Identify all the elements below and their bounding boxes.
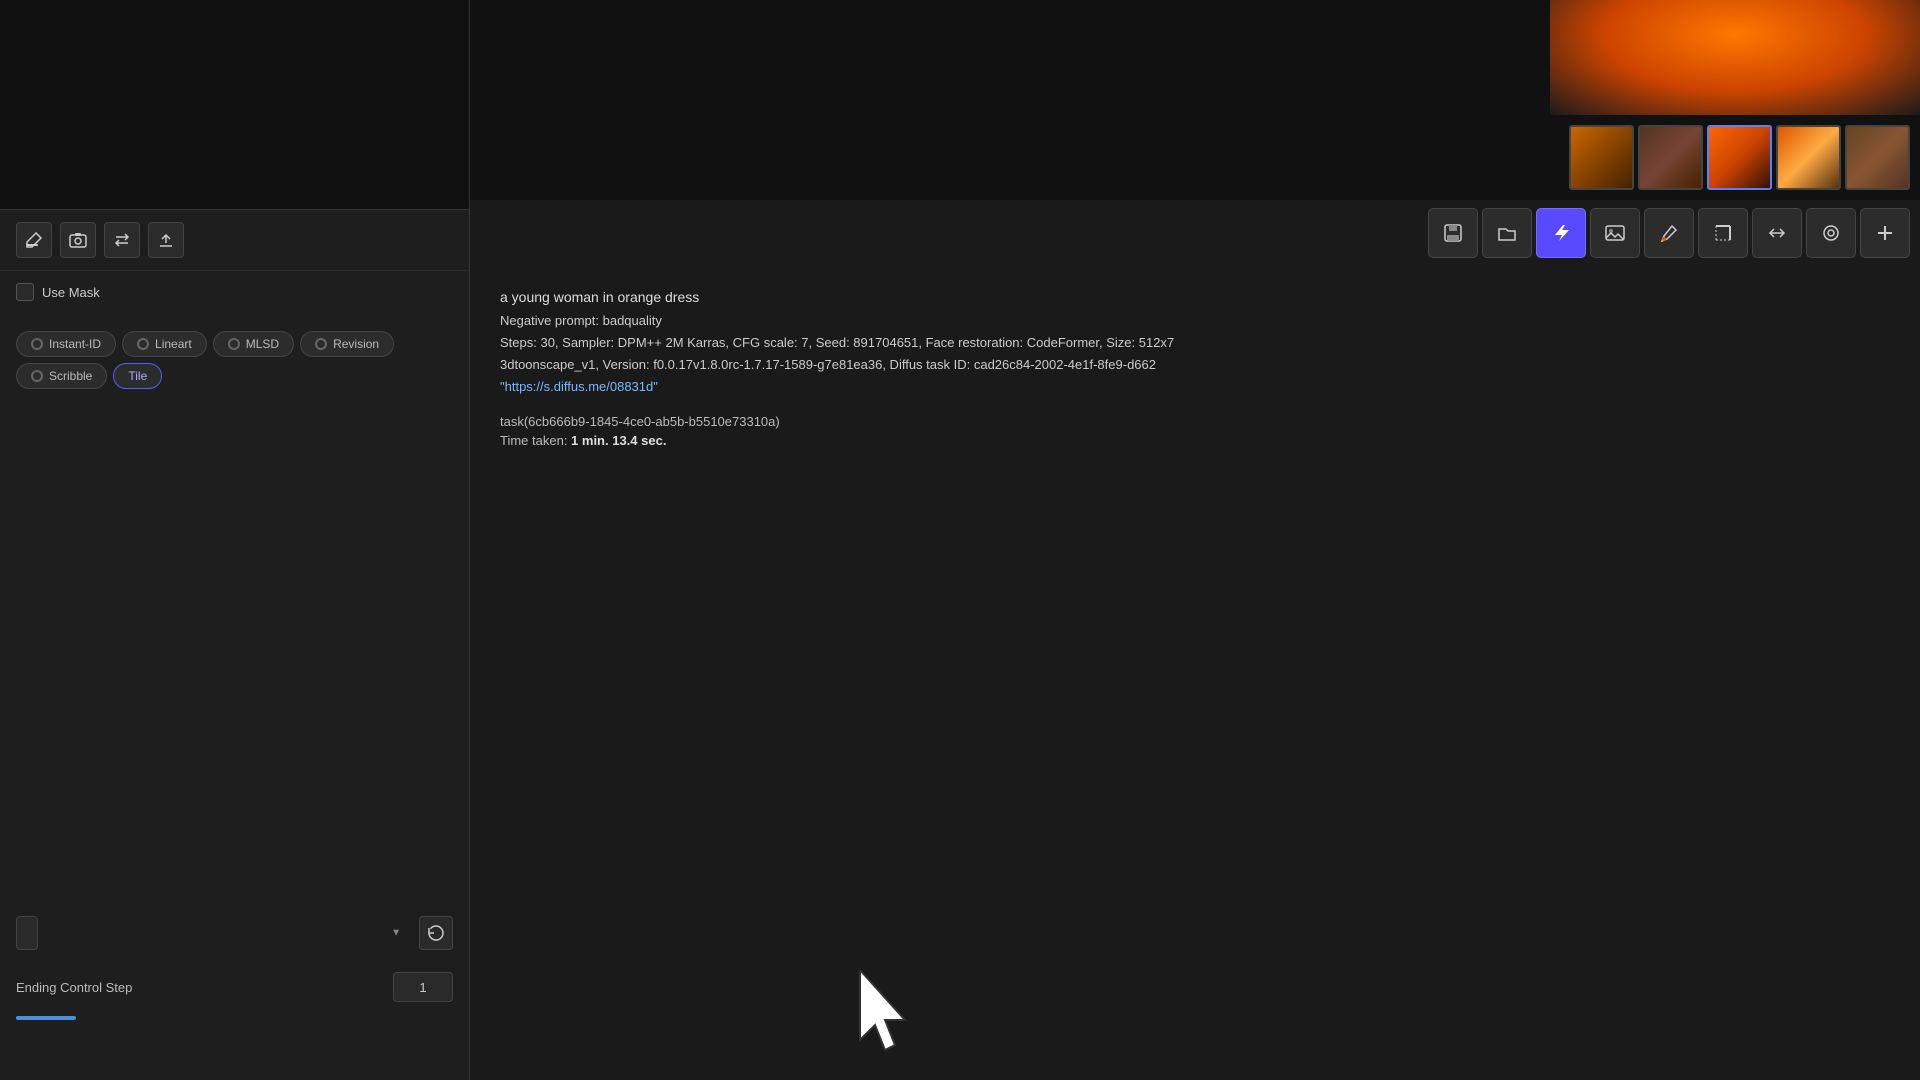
thumbnail-4[interactable] <box>1776 125 1841 190</box>
radio-mlsd <box>228 338 240 350</box>
ctrl-btn-revision[interactable]: Revision <box>300 331 394 357</box>
radio-revision <box>315 338 327 350</box>
url-link[interactable]: "https://s.diffus.me/08831d" <box>500 379 658 394</box>
ending-control-step-input[interactable]: 1 <box>393 972 453 1002</box>
ctrl-btn-scribble[interactable]: Scribble <box>16 363 107 389</box>
tool-lightning[interactable] <box>1536 208 1586 258</box>
use-mask-label: Use Mask <box>42 285 100 300</box>
ending-control-step-row: Ending Control Step 1 <box>0 960 469 1014</box>
steps-text: Steps: 30, Sampler: DPM++ 2M Karras, CFG… <box>500 332 1890 354</box>
thumbnail-5[interactable] <box>1845 125 1910 190</box>
thumbnail-1[interactable] <box>1569 125 1634 190</box>
thumbnail-2[interactable] <box>1638 125 1703 190</box>
control-types: Instant-ID Lineart MLSD Revision Scribbl… <box>0 321 469 399</box>
radio-scribble <box>31 370 43 382</box>
ctrl-btn-tile[interactable]: Tile <box>113 363 162 389</box>
radio-lineart <box>137 338 149 350</box>
canvas-area <box>0 0 469 210</box>
tool-save[interactable] <box>1428 208 1478 258</box>
image-section <box>470 0 1920 200</box>
dropdown-row <box>0 896 469 960</box>
negative-prompt-text: Negative prompt: badquality <box>500 310 1890 332</box>
cursor-decoration <box>850 970 920 1060</box>
ctrl-btn-mlsd[interactable]: MLSD <box>213 331 294 357</box>
toolbar-row <box>0 210 469 271</box>
main-image <box>1550 0 1920 115</box>
use-mask-row: Use Mask <box>0 271 469 321</box>
model-dropdown-wrapper <box>16 916 411 950</box>
tool-crop[interactable] <box>1698 208 1748 258</box>
url-text: "https://s.diffus.me/08831d" <box>500 376 1890 398</box>
tool-image[interactable] <box>1590 208 1640 258</box>
prompt-text: a young woman in orange dress <box>500 286 1890 310</box>
tool-circle[interactable] <box>1806 208 1856 258</box>
tool-arrows[interactable] <box>1752 208 1802 258</box>
tool-brush[interactable] <box>1644 208 1694 258</box>
radio-instant-id <box>31 338 43 350</box>
ctrl-btn-lineart[interactable]: Lineart <box>122 331 207 357</box>
thumbnail-3[interactable] <box>1707 125 1772 190</box>
left-panel: Use Mask Instant-ID Lineart MLSD Revisio… <box>0 0 470 1080</box>
ending-control-step-label: Ending Control Step <box>16 980 383 995</box>
task-text: task(6cb666b9-1845-4ce0-ab5b-b5510e73310… <box>500 414 1890 429</box>
use-mask-checkbox[interactable] <box>16 283 34 301</box>
info-area: a young woman in orange dress Negative p… <box>470 266 1920 693</box>
camera-button[interactable] <box>60 222 96 258</box>
model-dropdown[interactable] <box>16 916 38 950</box>
ctrl-btn-instant-id[interactable]: Instant-ID <box>16 331 116 357</box>
time-text: Time taken: 1 min. 13.4 sec. <box>500 433 1890 448</box>
refresh-button[interactable] <box>419 916 453 950</box>
edit-button[interactable] <box>16 222 52 258</box>
image-toolbar <box>470 200 1920 266</box>
upload-button[interactable] <box>148 222 184 258</box>
tool-folder[interactable] <box>1482 208 1532 258</box>
main-area: a young woman in orange dress Negative p… <box>470 0 1920 1080</box>
thumbnails-row <box>1569 115 1920 200</box>
tool-plus[interactable] <box>1860 208 1910 258</box>
swap-button[interactable] <box>104 222 140 258</box>
model-text: 3dtoonscape_v1, Version: f0.0.17v1.8.0rc… <box>500 354 1890 376</box>
